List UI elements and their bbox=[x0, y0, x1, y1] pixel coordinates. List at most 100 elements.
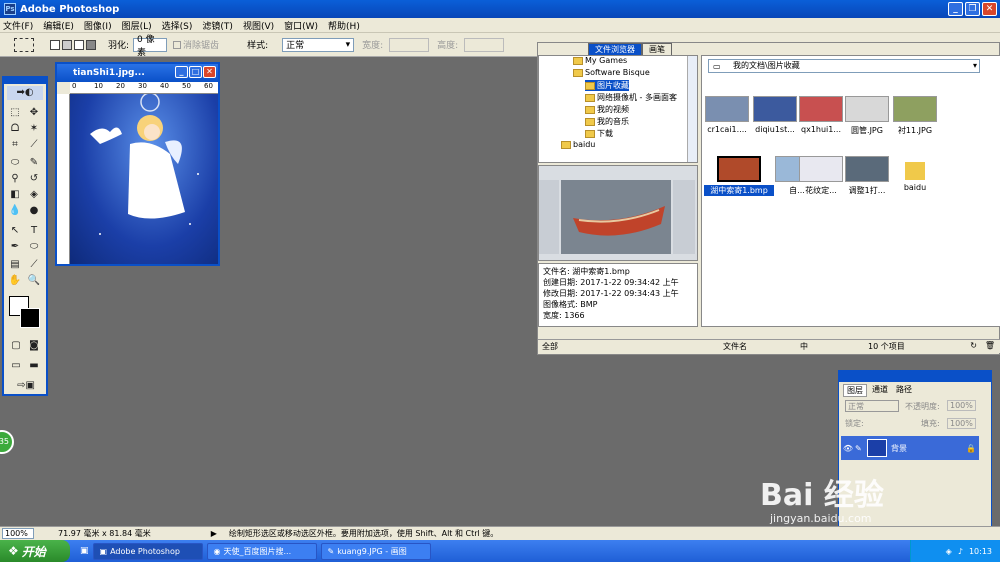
brush-link-icon[interactable]: ✎ bbox=[855, 444, 867, 453]
minimize-button[interactable]: _ bbox=[948, 2, 963, 16]
add-selection-icon[interactable] bbox=[62, 39, 72, 50]
rotate-icon[interactable]: ↻ bbox=[970, 341, 977, 350]
intersect-selection-icon[interactable] bbox=[86, 39, 96, 50]
height-input[interactable] bbox=[464, 37, 505, 52]
menu-select[interactable]: 选择(S) bbox=[162, 19, 193, 32]
slice-tool-icon[interactable]: ⟋ bbox=[26, 138, 42, 152]
background-color-swatch[interactable] bbox=[20, 308, 40, 328]
eraser-tool-icon[interactable]: ◧ bbox=[7, 188, 23, 202]
width-input[interactable] bbox=[389, 37, 430, 52]
thumbnail-selected[interactable]: 湖中索寄1.bmp bbox=[704, 154, 774, 214]
volume-icon[interactable]: ♪ bbox=[958, 547, 963, 556]
tree-scrollbar[interactable] bbox=[687, 56, 697, 162]
tree-item[interactable]: 我的音乐 bbox=[585, 116, 629, 127]
delete-icon[interactable]: 🗑 bbox=[985, 341, 995, 350]
document-title-bar[interactable]: tianShi1.jpg... _ □ ✕ bbox=[57, 64, 218, 82]
tab-paths[interactable]: 路径 bbox=[893, 384, 915, 397]
browser-filter[interactable]: 全部 bbox=[542, 341, 558, 352]
status-arrow-icon[interactable]: ▶ bbox=[211, 529, 217, 538]
fullscreen-mode-icon[interactable]: ▬ bbox=[26, 359, 42, 373]
tab-channels[interactable]: 通道 bbox=[869, 384, 891, 397]
show-desktop-icon[interactable]: ▣ bbox=[80, 546, 89, 556]
shape-tool-icon[interactable]: ⬭ bbox=[26, 240, 42, 254]
screen-mode-icon[interactable]: ▭ bbox=[8, 359, 24, 373]
thumbnail[interactable]: cr1cai1.... bbox=[704, 94, 750, 154]
thumbnail[interactable]: 花纹定... bbox=[798, 154, 844, 214]
tree-item[interactable]: 网络摄像机 - 多画面客 bbox=[585, 92, 677, 103]
menu-filter[interactable]: 滤镜(T) bbox=[202, 19, 233, 32]
standard-mode-icon[interactable]: ▢ bbox=[8, 339, 24, 353]
task-photoshop[interactable]: ▣ Adobe Photoshop bbox=[92, 542, 203, 560]
menu-file[interactable]: 文件(F) bbox=[3, 19, 33, 32]
thumbnail[interactable]: 衬11.JPG bbox=[892, 94, 938, 154]
hand-tool-icon[interactable]: ✋ bbox=[7, 274, 23, 288]
folder-up-icon[interactable]: ▭ bbox=[713, 61, 721, 73]
menu-view[interactable]: 视图(V) bbox=[243, 19, 274, 32]
doc-restore-button[interactable]: □ bbox=[189, 66, 202, 78]
restore-button[interactable]: ❐ bbox=[965, 2, 980, 16]
dodge-tool-icon[interactable]: ● bbox=[26, 204, 42, 218]
doc-minimize-button[interactable]: _ bbox=[175, 66, 188, 78]
new-selection-icon[interactable] bbox=[50, 39, 60, 50]
layer-row-background[interactable]: 👁 ✎ 背景 🔒 bbox=[841, 436, 979, 460]
browser-view-size[interactable]: 中 bbox=[800, 341, 808, 352]
marquee-tool-preset-icon[interactable] bbox=[14, 37, 34, 52]
clock[interactable]: 10:13 bbox=[969, 547, 992, 556]
eye-icon[interactable]: 👁 bbox=[841, 444, 855, 453]
tree-item[interactable]: 下载 bbox=[585, 128, 613, 139]
opacity-input[interactable]: 100% bbox=[947, 400, 976, 411]
start-button[interactable]: ❖ 开始 bbox=[0, 540, 70, 562]
move-tool-icon[interactable]: ✥ bbox=[26, 106, 42, 120]
antialias-checkbox[interactable] bbox=[173, 40, 182, 49]
thumbnail[interactable]: qx1hui1... bbox=[798, 94, 844, 154]
thumbnail[interactable]: baidu bbox=[892, 154, 938, 214]
task-browser[interactable]: ◉ 天使_百度图片搜... bbox=[206, 542, 317, 560]
quickmask-mode-icon[interactable]: ◙ bbox=[26, 339, 42, 353]
zoom-field[interactable]: 100% bbox=[2, 528, 34, 539]
lasso-tool-icon[interactable]: ᗝ bbox=[7, 122, 23, 136]
tree-item[interactable]: baidu bbox=[561, 140, 595, 149]
path-select-icon[interactable]: ↖ bbox=[7, 224, 23, 238]
pen-tool-icon[interactable]: ✒ bbox=[7, 240, 23, 254]
blur-tool-icon[interactable]: 💧 bbox=[7, 204, 23, 218]
style-select[interactable]: 正常 ▾ bbox=[282, 37, 355, 52]
doc-close-button[interactable]: ✕ bbox=[203, 66, 216, 78]
tree-item[interactable]: Software Bisque bbox=[573, 68, 650, 77]
menu-edit[interactable]: 编辑(E) bbox=[43, 19, 74, 32]
thumbnail[interactable]: 圆管.JPG bbox=[844, 94, 890, 154]
network-icon[interactable]: ◈ bbox=[946, 547, 952, 556]
close-button[interactable]: ✕ bbox=[982, 2, 997, 16]
image-canvas[interactable] bbox=[70, 92, 218, 264]
tab-file-browser[interactable]: 文件浏览器 bbox=[588, 43, 642, 55]
menu-image[interactable]: 图像(I) bbox=[84, 19, 112, 32]
jump-to-imageready-icon[interactable]: ⇨▣ bbox=[12, 379, 40, 393]
browser-sort[interactable]: 文件名 bbox=[723, 341, 747, 352]
type-tool-icon[interactable]: T bbox=[26, 224, 42, 238]
tab-brushes[interactable]: 画笔 bbox=[642, 43, 672, 55]
history-brush-icon[interactable]: ↺ bbox=[26, 172, 42, 186]
tree-item[interactable]: 我的视频 bbox=[585, 104, 629, 115]
bucket-tool-icon[interactable]: ◈ bbox=[26, 188, 42, 202]
tree-item[interactable]: My Games bbox=[573, 56, 627, 65]
stamp-tool-icon[interactable]: ⚲ bbox=[7, 172, 23, 186]
fill-input[interactable]: 100% bbox=[947, 418, 976, 429]
thumbnail[interactable]: diqiu1st... bbox=[752, 94, 798, 154]
eyedropper-icon[interactable]: ⟋ bbox=[26, 258, 42, 272]
feather-input[interactable]: 0 像素 bbox=[133, 35, 168, 58]
menu-window[interactable]: 窗口(W) bbox=[284, 19, 318, 32]
float-badge[interactable]: 35 bbox=[0, 430, 14, 454]
notes-tool-icon[interactable]: ▤ bbox=[7, 258, 23, 272]
menu-help[interactable]: 帮助(H) bbox=[328, 19, 360, 32]
tree-item-selected[interactable]: 图片收藏 bbox=[585, 80, 629, 91]
blend-mode-select[interactable]: 正常 bbox=[845, 400, 899, 412]
task-paint[interactable]: ✎ kuang9.JPG - 画图 bbox=[320, 542, 431, 560]
healing-brush-icon[interactable]: ⬭ bbox=[7, 156, 23, 170]
thumbnail[interactable]: 调整1打... bbox=[844, 154, 890, 214]
tab-layers[interactable]: 图层 bbox=[843, 384, 867, 397]
document-window[interactable]: tianShi1.jpg... _ □ ✕ 0 10 20 30 40 50 6… bbox=[55, 62, 220, 266]
marquee-tool-icon[interactable]: ⬚ bbox=[7, 106, 23, 120]
path-select[interactable]: ▭ 我的文档\图片收藏 ▾ bbox=[708, 59, 980, 73]
magic-wand-icon[interactable]: ✶ bbox=[26, 122, 42, 136]
menu-layer[interactable]: 图层(L) bbox=[122, 19, 152, 32]
zoom-tool-icon[interactable]: 🔍 bbox=[26, 274, 42, 288]
